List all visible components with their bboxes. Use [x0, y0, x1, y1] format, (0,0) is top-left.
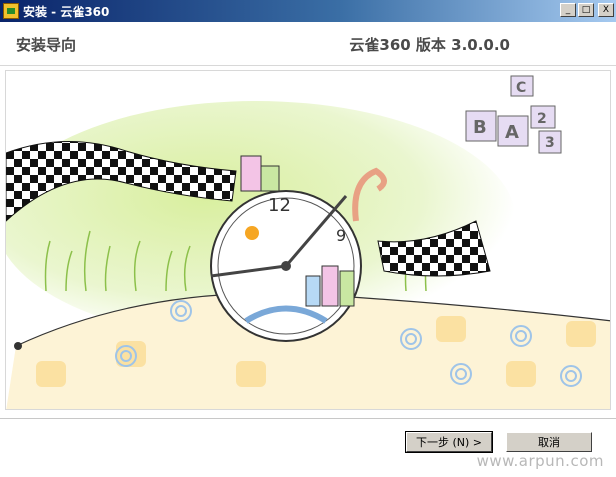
banner-illustration: 12 9 C B A 2 3 [6, 75, 610, 409]
block-letter-3: 3 [545, 135, 555, 151]
clock-number-9: 9 [336, 226, 346, 245]
wizard-header: 安装导向 云雀360 版本 3.0.0.0 [0, 22, 616, 66]
abc-blocks: C B A 2 3 [465, 75, 562, 154]
next-button[interactable]: 下一步 (N) > [405, 431, 493, 453]
footer-divider [0, 418, 616, 419]
block-letter-c: C [516, 80, 526, 96]
close-button[interactable]: X [598, 3, 614, 17]
caption-buttons: _ □ X [560, 3, 614, 17]
cancel-button[interactable]: 取消 [506, 432, 592, 452]
block-letter-b: B [473, 117, 487, 138]
block-letter-a: A [505, 122, 519, 143]
window-titlebar[interactable]: 安装 - 云雀360 _ □ X [0, 0, 616, 22]
welcome-banner: 12 9 C B A 2 3 [5, 70, 611, 410]
block-letter-2: 2 [537, 111, 547, 127]
clock-number-12: 12 [268, 195, 291, 216]
maximize-button[interactable]: □ [578, 3, 594, 17]
product-version: 云雀360 版本 3.0.0.0 [349, 36, 510, 54]
watermark: www.arpun.com [476, 452, 604, 470]
app-icon [3, 3, 19, 19]
window-title: 安装 - 云雀360 [23, 4, 110, 19]
minimize-button[interactable]: _ [560, 3, 576, 17]
page-title: 安装导向 [16, 36, 77, 54]
